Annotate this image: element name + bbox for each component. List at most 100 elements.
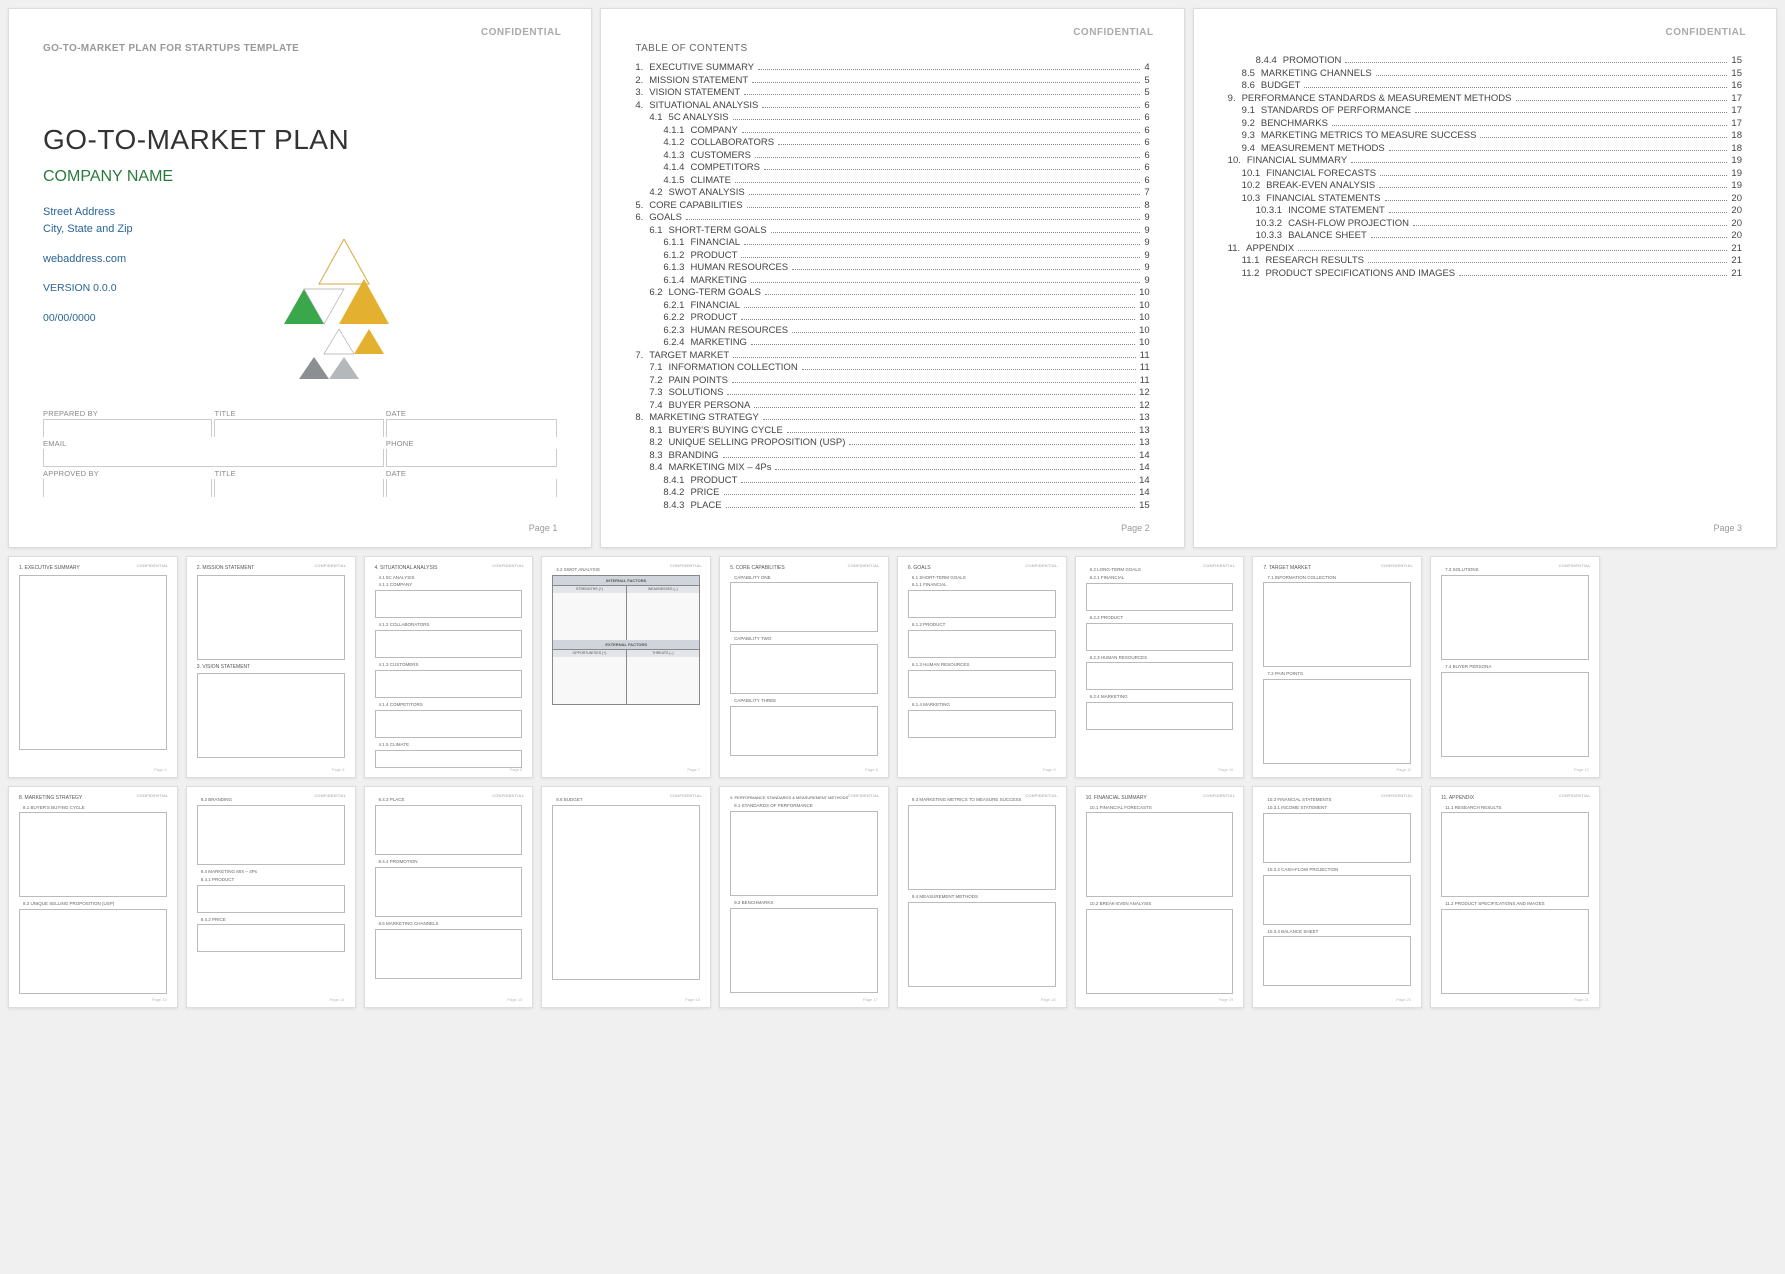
toc-entry: 2.MISSION STATEMENT5 [635,75,1149,86]
content-box [1263,813,1411,863]
content-box [197,885,345,913]
content-box [908,805,1056,890]
content-box [730,908,878,993]
content-box [1086,662,1234,690]
toc-entry: 8.5MARKETING CHANNELS15 [1228,68,1742,79]
content-box [908,710,1056,738]
signature-table: PREPARED BY TITLE DATE EMAIL PHONE APPRO… [43,409,557,499]
thumb-page-5: CONFIDENTIAL 2. MISSION STATEMENT 3. VIS… [186,556,356,778]
toc-entry: 6.1.3HUMAN RESOURCES9 [635,262,1149,273]
toc-entry: 8.1BUYER'S BUYING CYCLE13 [635,425,1149,436]
thumb-page-14: CONFIDENTIAL 8.3 BRANDING 8.4 MARKETING … [186,786,356,1008]
toc-entry: 6.2.4MARKETING10 [635,337,1149,348]
toc-list-page3: 8.4.4PROMOTION158.5MARKETING CHANNELS158… [1228,55,1742,279]
content-box [908,630,1056,658]
page-3-toc: CONFIDENTIAL 8.4.4PROMOTION158.5MARKETIN… [1193,8,1777,548]
thumb-page-17: CONFIDENTIAL 9. PERFORMANCE STANDARDS & … [719,786,889,1008]
toc-entry: 8.4.4PROMOTION15 [1228,55,1742,66]
toc-entry: 9.1STANDARDS OF PERFORMANCE17 [1228,105,1742,116]
toc-entry: 10.3.3BALANCE SHEET20 [1228,230,1742,241]
page-number-1: Page 1 [529,523,558,533]
toc-entry: 4.15C ANALYSIS6 [635,112,1149,123]
content-box [197,673,345,758]
toc-entry: 9.2BENCHMARKS17 [1228,118,1742,129]
content-box [375,929,523,979]
thumb-page-10: CONFIDENTIAL 6.2 LONG-TERM GOALS 6.2.1 F… [1075,556,1245,778]
input-title-1[interactable] [214,419,383,437]
toc-title: TABLE OF CONTENTS [635,43,1149,54]
content-box [375,590,523,618]
toc-entry: 9.3MARKETING METRICS TO MEASURE SUCCESS1… [1228,130,1742,141]
content-box [1086,812,1234,897]
toc-entry: 5.CORE CAPABILITIES8 [635,200,1149,211]
content-box [1263,875,1411,925]
thumb-page-20: CONFIDENTIAL 10.3 FINANCIAL STATEMENTS 1… [1252,786,1422,1008]
content-box [375,867,523,917]
lbl-phone: PHONE [386,439,557,448]
toc-entry: 7.2PAIN POINTS11 [635,375,1149,386]
row-large-pages: CONFIDENTIAL GO-TO-MARKET PLAN FOR START… [8,8,1777,548]
lbl-title-1: TITLE [214,409,385,418]
lbl-date-1: DATE [386,409,557,418]
toc-entry: 6.GOALS9 [635,212,1149,223]
city-state-zip: City, State and Zip [43,221,557,238]
thumb-page-21: CONFIDENTIAL 11. APPENDIX 11.1 RESEARCH … [1430,786,1600,1008]
content-box [1263,936,1411,986]
input-prepared-by[interactable] [43,419,212,437]
page-number-3: Page 3 [1713,523,1742,533]
thumb-page-9: CONFIDENTIAL 6. GOALS 6.1 SHORT-TERM GOA… [897,556,1067,778]
toc-entry: 3.VISION STATEMENT5 [635,87,1149,98]
toc-entry: 8.4MARKETING MIX – 4Ps14 [635,462,1149,473]
page-1-cover: CONFIDENTIAL GO-TO-MARKET PLAN FOR START… [8,8,592,548]
lbl-title-2: TITLE [214,469,385,478]
page-number-2: Page 2 [1121,523,1150,533]
content-box [908,670,1056,698]
input-phone[interactable] [386,449,557,467]
toc-entry: 11.2PRODUCT SPECIFICATIONS AND IMAGES21 [1228,268,1742,279]
toc-entry: 10.FINANCIAL SUMMARY19 [1228,155,1742,166]
input-email[interactable] [43,449,384,467]
toc-entry: 8.3BRANDING14 [635,450,1149,461]
confidential-label: CONFIDENTIAL [1073,27,1153,38]
toc-entry: 10.2BREAK-EVEN ANALYSIS19 [1228,180,1742,191]
content-box [375,630,523,658]
lbl-date-2: DATE [386,469,557,478]
toc-entry: 6.1SHORT-TERM GOALS9 [635,225,1149,236]
template-header: GO-TO-MARKET PLAN FOR STARTUPS TEMPLATE [43,43,557,54]
content-box [1441,812,1589,897]
toc-entry: 11.APPENDIX21 [1228,243,1742,254]
company-name: COMPANY NAME [43,168,557,186]
thumb-page-12: CONFIDENTIAL 7.3 SOLUTIONS 7.4 BUYER PER… [1430,556,1600,778]
confidential-label: CONFIDENTIAL [481,27,561,38]
content-box [1086,702,1234,730]
toc-entry: 6.2.2PRODUCT10 [635,312,1149,323]
toc-entry: 8.4.3PLACE15 [635,500,1149,511]
thumb-row-2: CONFIDENTIAL 8. MARKETING STRATEGY 8.1 B… [8,786,1777,1008]
toc-list-page2: 1.EXECUTIVE SUMMARY42.MISSION STATEMENT5… [635,62,1149,511]
content-box [1263,679,1411,764]
content-box [908,902,1056,987]
input-date-2[interactable] [386,479,557,497]
toc-entry: 11.1RESEARCH RESULTS21 [1228,255,1742,266]
content-box [1441,909,1589,994]
thumb-page-6: CONFIDENTIAL 4. SITUATIONAL ANALYSIS 4.1… [364,556,534,778]
content-box [197,805,345,865]
toc-entry: 4.1.1COMPANY6 [635,125,1149,136]
toc-entry: 4.1.3CUSTOMERS6 [635,150,1149,161]
toc-entry: 8.4.1PRODUCT14 [635,475,1149,486]
thumb-row-1: CONFIDENTIAL 1. EXECUTIVE SUMMARY Page 4… [8,556,1777,778]
content-box [1441,575,1589,660]
swot-grid: INTERNAL FACTORS STRENGTHS (+) WEAKNESSE… [552,575,700,705]
input-title-2[interactable] [214,479,383,497]
input-date-1[interactable] [386,419,557,437]
content-box [730,706,878,756]
toc-entry: 6.1.1FINANCIAL9 [635,237,1149,248]
content-box [552,805,700,980]
street-address: Street Address [43,204,557,221]
address-block: Street Address City, State and Zip [43,204,557,237]
content-box [197,575,345,660]
toc-entry: 7.1INFORMATION COLLECTION11 [635,362,1149,373]
thumb-page-11: CONFIDENTIAL 7. TARGET MARKET 7.1 INFORM… [1252,556,1422,778]
filler [1608,786,1777,1008]
input-approved-by[interactable] [43,479,212,497]
